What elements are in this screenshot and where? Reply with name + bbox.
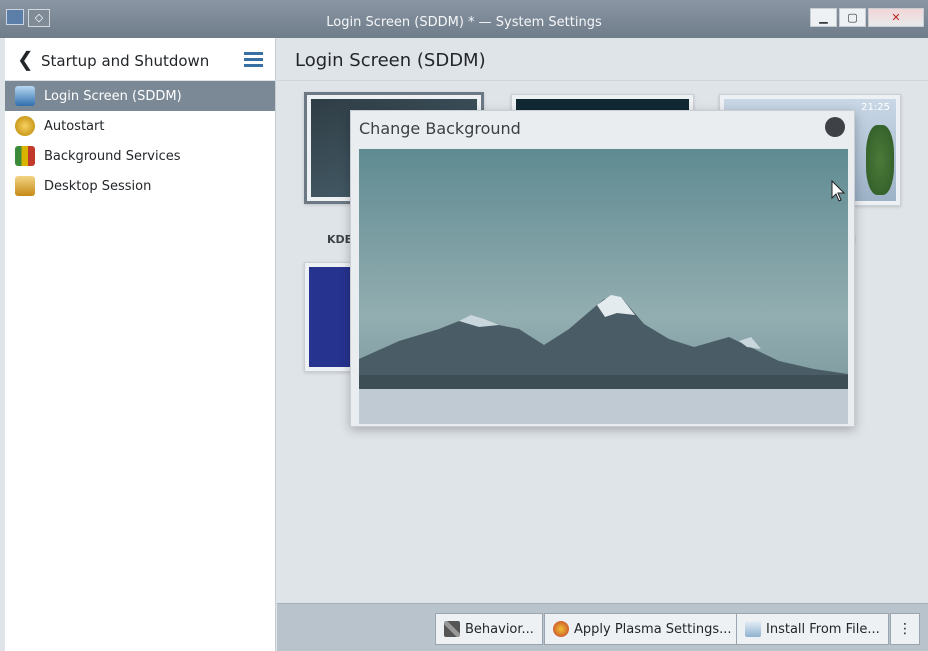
dialog-footer xyxy=(359,389,848,424)
background-preview-image[interactable] xyxy=(359,149,848,389)
more-options-button[interactable]: ⋮ xyxy=(890,613,920,645)
close-button[interactable]: ✕ xyxy=(868,8,924,27)
mouse-cursor-icon xyxy=(831,180,845,202)
change-background-dialog: Change Background xyxy=(350,110,855,427)
sidebar: ❮ Startup and Shutdown Login Screen (SDD… xyxy=(5,38,276,651)
sidebar-item-label: Background Services xyxy=(44,148,181,164)
dialog-title: Change Background xyxy=(359,119,521,138)
behavior-button[interactable]: Behavior... xyxy=(435,613,543,645)
tree-shape xyxy=(866,125,894,195)
divider xyxy=(277,80,928,81)
sidebar-item-label: Autostart xyxy=(44,118,105,134)
sidebar-item-background-services[interactable]: Background Services xyxy=(5,141,275,171)
apply-plasma-settings-button[interactable]: Apply Plasma Settings... xyxy=(544,613,741,645)
dialog-close-button[interactable] xyxy=(825,117,845,137)
window-titlebar[interactable]: ◇ Login Screen (SDDM) * — System Setting… xyxy=(0,0,928,38)
bottom-toolbar: Behavior... Apply Plasma Settings... Ins… xyxy=(277,603,928,651)
button-label: Install From File... xyxy=(766,621,880,637)
monitor-icon xyxy=(15,86,35,106)
window-title: Login Screen (SDDM) * — System Settings xyxy=(326,15,602,30)
sidebar-item-login-screen[interactable]: Login Screen (SDDM) xyxy=(5,81,275,111)
sidebar-item-autostart[interactable]: Autostart xyxy=(5,111,275,141)
mountain-illustration xyxy=(359,295,848,389)
theme-label: KDE xyxy=(327,233,353,246)
key-icon xyxy=(15,176,35,196)
install-from-file-button[interactable]: Install From File... xyxy=(736,613,889,645)
maximize-button[interactable]: ▢ xyxy=(839,8,866,27)
page-title: Login Screen (SDDM) xyxy=(295,50,486,71)
sidebar-item-label: Desktop Session xyxy=(44,178,152,194)
theme-clock: 21:25 xyxy=(861,102,890,113)
sidebar-header: ❮ Startup and Shutdown xyxy=(5,38,275,81)
sidebar-item-desktop-session[interactable]: Desktop Session xyxy=(5,171,275,201)
traffic-light-icon xyxy=(15,146,35,166)
minimize-button[interactable]: ▁ xyxy=(810,8,837,27)
button-label: Apply Plasma Settings... xyxy=(574,621,732,637)
gear-icon xyxy=(15,116,35,136)
install-icon xyxy=(745,621,761,637)
hamburger-menu-icon[interactable] xyxy=(244,52,263,67)
palette-icon xyxy=(553,621,569,637)
back-arrow-icon[interactable]: ❮ xyxy=(17,49,34,70)
button-label: Behavior... xyxy=(465,621,534,637)
sidebar-title: Startup and Shutdown xyxy=(41,52,210,70)
tools-icon xyxy=(444,621,460,637)
sidebar-item-label: Login Screen (SDDM) xyxy=(44,88,182,104)
